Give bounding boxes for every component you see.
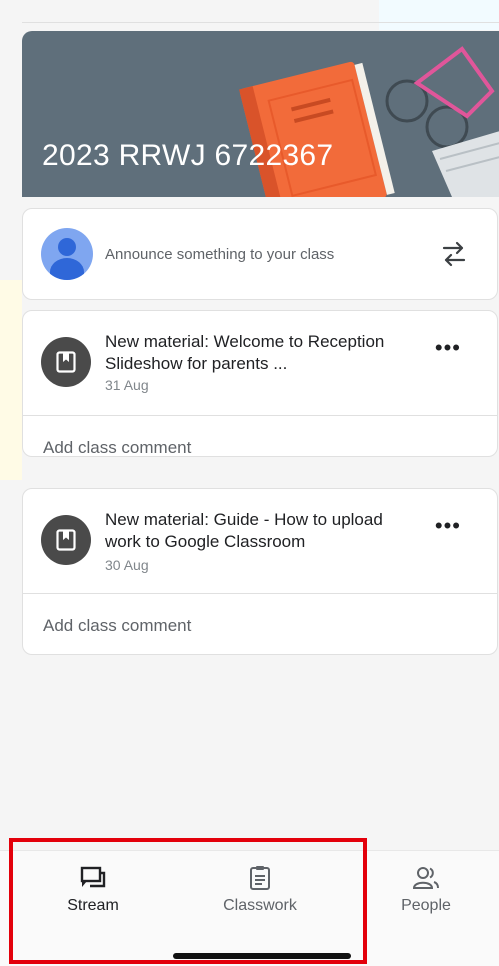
highlight-box xyxy=(9,838,367,964)
divider xyxy=(23,415,497,416)
post-date: 30 Aug xyxy=(105,557,149,573)
repost-icon[interactable] xyxy=(441,239,467,269)
material-icon xyxy=(41,515,91,565)
background-tint xyxy=(379,0,499,30)
add-class-comment[interactable]: Add class comment xyxy=(43,438,191,458)
nav-label: People xyxy=(401,897,451,914)
avatar xyxy=(41,228,93,280)
more-options-icon[interactable]: ••• xyxy=(435,337,461,359)
announce-card[interactable]: Announce something to your class xyxy=(22,208,498,300)
post-title[interactable]: New material: Guide - How to upload work… xyxy=(105,509,415,553)
announce-placeholder[interactable]: Announce something to your class xyxy=(105,246,334,263)
background-tint xyxy=(0,280,22,480)
more-options-icon[interactable]: ••• xyxy=(435,515,461,537)
class-title: 2023 RRWJ 6722367 xyxy=(42,139,334,172)
stream-post[interactable]: New material: Guide - How to upload work… xyxy=(22,488,498,655)
post-date: 31 Aug xyxy=(105,377,149,393)
divider xyxy=(23,593,497,594)
class-banner[interactable]: 2023 RRWJ 6722367 xyxy=(22,31,499,197)
add-class-comment[interactable]: Add class comment xyxy=(43,616,191,636)
people-icon xyxy=(412,867,439,889)
post-title[interactable]: New material: Welcome to Reception Slide… xyxy=(105,331,415,375)
material-icon xyxy=(41,337,91,387)
nav-people[interactable]: People xyxy=(371,865,481,915)
stream-post[interactable]: New material: Welcome to Reception Slide… xyxy=(22,310,498,457)
top-divider xyxy=(22,22,499,23)
